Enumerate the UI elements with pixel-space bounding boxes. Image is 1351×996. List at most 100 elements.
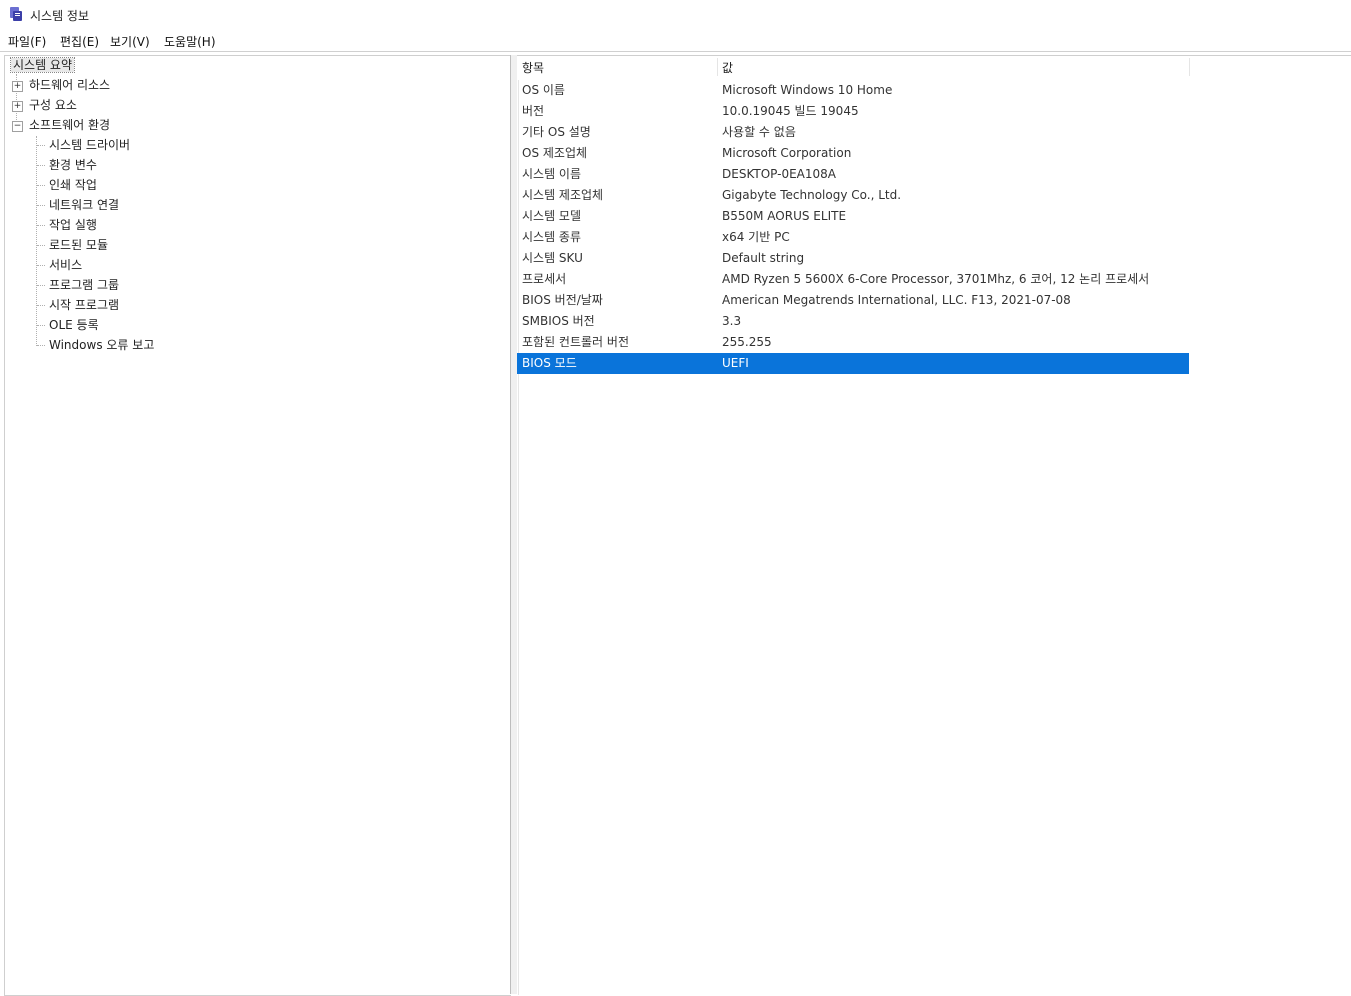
category-tree[interactable]: 시스템 요약 + 하드웨어 리소스 + 구성 요소 − 소프트웨어 환경 시스템… [4, 55, 511, 996]
tree-item-services[interactable]: 서비스 [49, 256, 82, 274]
row-item-cell: BIOS 모드 [522, 356, 577, 370]
table-row[interactable]: 시스템 종류 x64 기반 PC [517, 227, 1189, 248]
table-row[interactable]: OS 제조업체 Microsoft Corporation [517, 143, 1189, 164]
table-row[interactable]: 버전 10.0.19045 빌드 19045 [517, 101, 1189, 122]
row-value-cell: Gigabyte Technology Co., Ltd. [722, 188, 902, 202]
tree-connector [37, 165, 45, 166]
table-row[interactable] [517, 752, 1189, 773]
table-row[interactable] [517, 584, 1189, 605]
tree-item-hardware-resources[interactable]: 하드웨어 리소스 [29, 76, 110, 94]
menu-edit[interactable]: 편집(E) [60, 33, 99, 50]
column-divider[interactable] [1189, 58, 1190, 76]
table-row[interactable] [517, 521, 1189, 542]
table-row[interactable] [517, 941, 1189, 962]
tree-item-ole-registration[interactable]: OLE 등록 [49, 316, 99, 334]
details-list[interactable]: 항목 값 OS 이름 Microsoft Windows 10 Home 버전 10.… [517, 55, 1351, 995]
column-divider[interactable] [717, 58, 718, 76]
tree-connector [37, 345, 45, 346]
expand-toggle-icon[interactable]: + [12, 101, 23, 112]
tree-item-print-jobs[interactable]: 인쇄 작업 [49, 176, 97, 194]
tree-item-environment-variables[interactable]: 환경 변수 [49, 156, 97, 174]
row-value-cell: 3.3 [722, 314, 742, 328]
collapse-toggle-icon[interactable]: − [12, 121, 23, 132]
tree-item-label: 작업 실행 [49, 218, 97, 232]
tree-item-label: 서비스 [49, 258, 83, 272]
tree-item-running-tasks[interactable]: 작업 실행 [49, 216, 97, 234]
table-row[interactable]: 시스템 이름 DESKTOP-0EA108A [517, 164, 1189, 185]
row-value-cell: American Megatrends International, LLC. … [722, 293, 1071, 307]
tree-item-windows-error-reporting[interactable]: Windows 오류 보고 [49, 336, 154, 354]
table-row[interactable] [517, 815, 1189, 836]
table-row[interactable]: 프로세서 AMD Ryzen 5 5600X 6-Core Processor, … [517, 269, 1189, 290]
table-row[interactable]: 기타 OS 설명 사용할 수 없음 [517, 122, 1189, 143]
row-value-cell: B550M AORUS ELITE [722, 209, 847, 223]
title-bar: 시스템 정보 [0, 0, 1351, 28]
tree-item-label: 네트워크 연결 [49, 198, 120, 212]
row-item-cell: 시스템 종류 [522, 230, 582, 244]
table-row[interactable] [517, 731, 1189, 752]
table-row[interactable] [517, 416, 1189, 437]
table-row[interactable] [517, 647, 1189, 668]
table-row[interactable] [517, 773, 1189, 794]
row-value-cell: DESKTOP-0EA108A [722, 167, 836, 181]
tree-connector [37, 245, 45, 246]
row-value-cell: AMD Ryzen 5 5600X 6-Core Processor, 3701… [722, 272, 1150, 286]
tree-item-startup-programs[interactable]: 시작 프로그램 [49, 296, 119, 314]
table-row[interactable]: 시스템 SKU Default string [517, 248, 1189, 269]
table-row[interactable] [517, 878, 1189, 899]
list-row-selected[interactable]: BIOS 모드 UEFI [517, 353, 1189, 374]
table-row[interactable] [517, 563, 1189, 584]
window-title: 시스템 정보 [30, 9, 90, 23]
table-row[interactable] [517, 437, 1189, 458]
tree-item-software-environment[interactable]: 소프트웨어 환경 [29, 116, 110, 134]
row-item-cell: OS 제조업체 [522, 146, 588, 160]
table-row[interactable] [517, 920, 1189, 941]
tree-item-label: 시스템 드라이버 [49, 138, 131, 152]
table-row[interactable] [517, 500, 1189, 521]
table-row[interactable] [517, 626, 1189, 647]
table-row[interactable]: SMBIOS 버전 3.3 [517, 311, 1189, 332]
row-value-cell: Microsoft Windows 10 Home [722, 83, 893, 97]
menu-file[interactable]: 파일(F) [8, 33, 46, 50]
table-row[interactable] [517, 395, 1189, 416]
tree-connector [37, 285, 45, 286]
tree-connector [37, 225, 45, 226]
tree-item-system-summary[interactable]: 시스템 요약 [9, 56, 76, 74]
table-row[interactable] [517, 710, 1189, 731]
table-row[interactable] [517, 458, 1189, 479]
table-row[interactable] [517, 479, 1189, 500]
table-row[interactable] [517, 374, 1189, 395]
row-item-cell: 프로세서 [522, 272, 567, 286]
row-item-cell: 포함된 컨트롤러 버전 [522, 335, 629, 349]
table-row[interactable] [517, 542, 1189, 563]
table-row[interactable]: OS 이름 Microsoft Windows 10 Home [517, 80, 1189, 101]
tree-item-network-connections[interactable]: 네트워크 연결 [49, 196, 119, 214]
table-row[interactable] [517, 836, 1189, 857]
tree-item-program-groups[interactable]: 프로그램 그룹 [49, 276, 119, 294]
row-item-cell: 시스템 모델 [522, 209, 582, 223]
tree-item-label: 로드된 모듈 [49, 238, 109, 252]
table-row[interactable]: 시스템 제조업체 Gigabyte Technology Co., Ltd. [517, 185, 1189, 206]
tree-item-label: 하드웨어 리소스 [29, 78, 111, 92]
menu-help[interactable]: 도움말(H) [164, 33, 216, 50]
table-row[interactable]: 포함된 컨트롤러 버전 255.255 [517, 332, 1189, 353]
row-item-cell: 기타 OS 설명 [522, 125, 591, 139]
tree-item-system-drivers[interactable]: 시스템 드라이버 [49, 136, 130, 154]
table-row[interactable] [517, 689, 1189, 710]
column-header-value[interactable]: 값 [722, 57, 733, 79]
table-row[interactable] [517, 668, 1189, 689]
table-row[interactable] [517, 605, 1189, 626]
expand-toggle-icon[interactable]: + [12, 81, 23, 92]
menu-divider [0, 51, 1351, 52]
row-value-cell: Microsoft Corporation [722, 146, 852, 160]
tree-item-components[interactable]: 구성 요소 [29, 96, 77, 114]
table-row[interactable]: 시스템 모델 B550M AORUS ELITE [517, 206, 1189, 227]
column-header-item[interactable]: 항목 [522, 57, 544, 79]
table-row[interactable] [517, 899, 1189, 920]
menu-view[interactable]: 보기(V) [110, 33, 150, 50]
tree-item-loaded-modules[interactable]: 로드된 모듈 [49, 236, 108, 254]
table-row[interactable] [517, 794, 1189, 815]
table-row[interactable] [517, 857, 1189, 878]
table-row[interactable]: BIOS 버전/날짜 American Megatrends Internatio… [517, 290, 1189, 311]
tree-connector [37, 325, 45, 326]
